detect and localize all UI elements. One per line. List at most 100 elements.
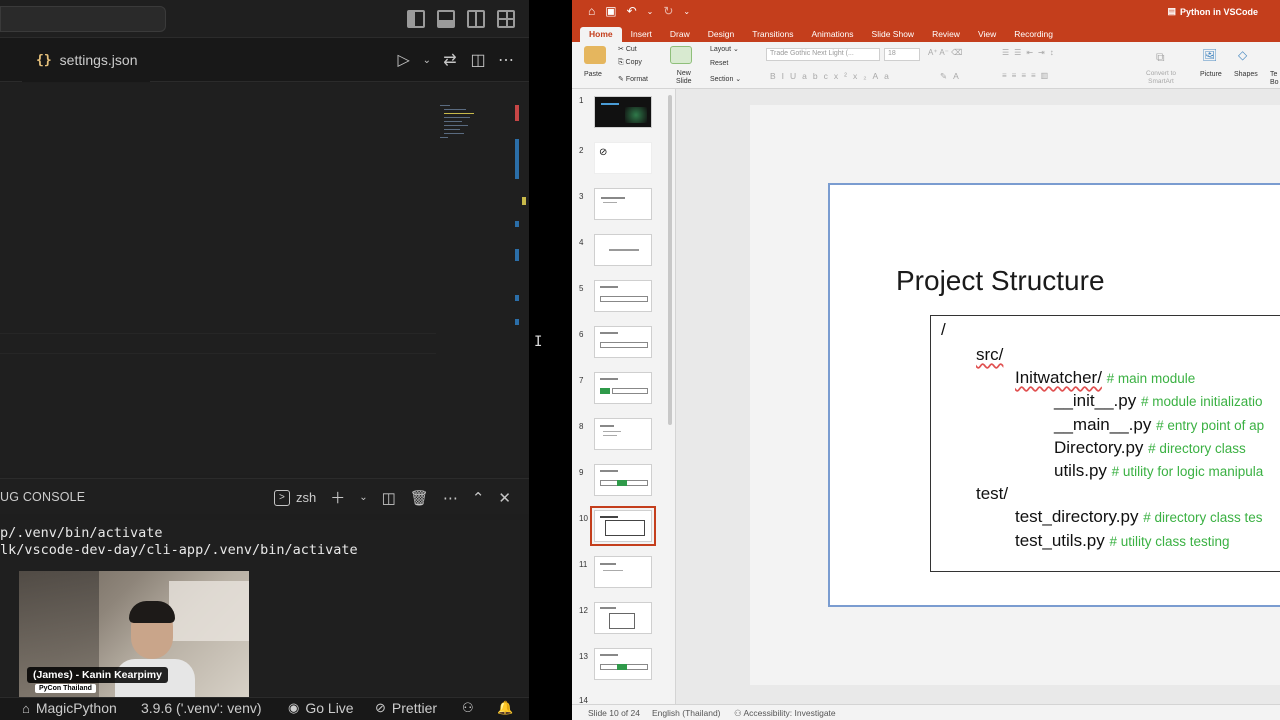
format-painter-button[interactable]: ✎ Format bbox=[618, 75, 648, 83]
align-buttons[interactable]: ≡≡≡≡▥ bbox=[1002, 71, 1053, 80]
project-tree-box[interactable]: / src/ Initwatcher/ # main module __init… bbox=[930, 315, 1280, 572]
tab-debug-console[interactable]: UG CONSOLE bbox=[0, 490, 85, 504]
scroll-marker bbox=[515, 139, 519, 179]
json-file-icon: {} bbox=[36, 52, 52, 68]
tab-draw[interactable]: Draw bbox=[661, 29, 699, 42]
status-prettier-label: Prettier bbox=[391, 700, 438, 716]
status-prettier[interactable]: ⊘ Prettier bbox=[375, 700, 437, 716]
editor-area[interactable] bbox=[0, 83, 529, 475]
more-actions-icon[interactable]: ⋯ bbox=[443, 489, 458, 507]
language-status[interactable]: English (Thailand) bbox=[652, 708, 721, 718]
slide-thumbnail[interactable] bbox=[594, 648, 652, 680]
status-go-live[interactable]: ◉ Go Live bbox=[288, 700, 354, 716]
slide-thumbnail[interactable] bbox=[594, 602, 652, 634]
tab-animations[interactable]: Animations bbox=[802, 29, 862, 42]
tab-view[interactable]: View bbox=[969, 29, 1005, 42]
slide-thumbnail[interactable] bbox=[594, 188, 652, 220]
list-buttons[interactable]: ☰☰⇤⇥↕ bbox=[1002, 48, 1059, 57]
slide-thumbnail[interactable] bbox=[594, 556, 652, 588]
no-entry-icon: ⊘ bbox=[599, 147, 608, 158]
convert-smartart-button[interactable]: Convert to SmartArt bbox=[1146, 70, 1176, 86]
shapes-button[interactable]: Shapes bbox=[1234, 71, 1258, 78]
toggle-secondary-sidebar-icon[interactable] bbox=[467, 10, 485, 28]
accessibility-status[interactable]: ⚇ Accessibility: Investigate bbox=[734, 708, 836, 719]
shapes-icon[interactable]: ◇ bbox=[1238, 48, 1247, 62]
home-icon[interactable]: ⌂ bbox=[588, 4, 595, 18]
font-name-select[interactable]: Trade Gothic Next Light (... bbox=[766, 48, 880, 61]
tree-line: / bbox=[941, 320, 946, 339]
split-editor-icon[interactable]: ◫ bbox=[469, 50, 487, 70]
font-size-controls[interactable]: A⁺ A⁻ ⌫ bbox=[928, 48, 962, 57]
status-interpreter[interactable]: 3.9.6 ('.venv': venv) bbox=[141, 700, 262, 716]
slide-thumbnail[interactable] bbox=[594, 234, 652, 266]
picture-icon[interactable]: 🖼 bbox=[1202, 48, 1217, 62]
customize-layout-icon[interactable] bbox=[497, 10, 515, 28]
thumbnails-scrollbar[interactable] bbox=[668, 95, 672, 425]
picture-button[interactable]: Picture bbox=[1200, 71, 1222, 78]
run-dropdown-icon[interactable]: ⌄ bbox=[423, 55, 431, 66]
split-terminal-icon[interactable]: ◫ bbox=[382, 489, 396, 507]
layout-button[interactable]: Layout ⌄ bbox=[710, 45, 739, 53]
section-button[interactable]: Section ⌄ bbox=[710, 75, 741, 83]
customize-qat-icon[interactable]: ⌄ bbox=[683, 7, 690, 16]
slide-canvas[interactable]: Project Structure / src/ Initwatcher/ # … bbox=[676, 89, 1280, 704]
slide-thumbnail[interactable] bbox=[594, 464, 652, 496]
toggle-panel-icon[interactable] bbox=[437, 10, 455, 28]
slide-thumbnail[interactable] bbox=[594, 326, 652, 358]
tab-home[interactable]: Home bbox=[580, 27, 622, 42]
close-icon[interactable]: ✕ bbox=[498, 489, 511, 507]
slide-thumbnail[interactable] bbox=[594, 418, 652, 450]
tab-insert[interactable]: Insert bbox=[622, 29, 661, 42]
redo-icon[interactable]: ↻ bbox=[663, 4, 673, 18]
minimap[interactable] bbox=[436, 103, 516, 163]
tab-design[interactable]: Design bbox=[699, 29, 743, 42]
more-actions-icon[interactable]: ⋯ bbox=[497, 50, 515, 70]
slide-thumbnail[interactable] bbox=[594, 280, 652, 312]
slide-thumbnail[interactable]: ⊘ bbox=[594, 142, 652, 174]
slide-number: 12 bbox=[579, 606, 588, 615]
reset-button[interactable]: Reset bbox=[710, 60, 728, 67]
slide-thumbnail-active[interactable] bbox=[590, 506, 656, 546]
terminal-selector[interactable]: > zsh bbox=[273, 489, 316, 506]
tab-slide-show[interactable]: Slide Show bbox=[863, 29, 924, 42]
tab-transitions[interactable]: Transitions bbox=[743, 29, 802, 42]
new-slide-button[interactable]: New Slide bbox=[676, 70, 692, 86]
tab-review[interactable]: Review bbox=[923, 29, 969, 42]
new-terminal-icon[interactable]: ＋ bbox=[330, 487, 345, 508]
slide-thumbnail[interactable] bbox=[594, 372, 652, 404]
cut-button[interactable]: ✂ Cut bbox=[618, 45, 637, 53]
trash-icon[interactable]: 🗑 bbox=[410, 489, 429, 507]
terminal-dropdown-icon[interactable]: ⌄ bbox=[359, 492, 367, 503]
current-slide[interactable]: Project Structure / src/ Initwatcher/ # … bbox=[828, 183, 1280, 607]
run-icon[interactable]: ▷ bbox=[395, 50, 413, 70]
toggle-sidebar-icon[interactable] bbox=[407, 10, 425, 28]
smartart-icon[interactable]: ⧉ bbox=[1156, 50, 1165, 65]
command-center-search[interactable] bbox=[0, 6, 166, 32]
slide-number: 13 bbox=[579, 652, 588, 661]
new-slide-icon[interactable] bbox=[670, 46, 692, 64]
save-icon[interactable]: ▣ bbox=[605, 4, 616, 18]
font-color-buttons[interactable]: ✎A bbox=[940, 71, 965, 82]
maximize-panel-icon[interactable]: ⌃ bbox=[472, 489, 485, 507]
quick-access-toolbar: ⌂ ▣ ↶ ⌄ ↻ ⌄ bbox=[588, 4, 690, 18]
status-extension[interactable]: ⌂ MagicPython bbox=[22, 700, 117, 716]
undo-dropdown-icon[interactable]: ⌄ bbox=[647, 7, 654, 16]
font-style-buttons[interactable]: BIUabcx²x₂Aa bbox=[770, 71, 895, 81]
compare-changes-icon[interactable]: ⇄ bbox=[441, 50, 459, 70]
tab-recording[interactable]: Recording bbox=[1005, 29, 1062, 42]
paste-icon[interactable] bbox=[584, 46, 606, 64]
tree-line: test/ bbox=[976, 484, 1009, 503]
paste-button[interactable]: Paste bbox=[584, 71, 602, 78]
tab-settings-json[interactable]: {} settings.json bbox=[22, 38, 150, 82]
text-box-button[interactable]: Te Bo bbox=[1270, 71, 1279, 87]
slide-number: 11 bbox=[579, 560, 588, 569]
bell-icon: ⌂ bbox=[22, 700, 30, 716]
notifications-icon[interactable]: 🔔 bbox=[497, 700, 513, 716]
ribbon-home: Paste ✂ Cut ⎘ Copy ✎ Format New Slide Lay… bbox=[572, 42, 1280, 89]
slide-thumbnail[interactable] bbox=[594, 96, 652, 128]
font-size-select[interactable]: 18 bbox=[884, 48, 920, 61]
copy-button[interactable]: ⎘ Copy bbox=[618, 59, 642, 67]
slide-title[interactable]: Project Structure bbox=[896, 265, 1105, 297]
accounts-icon[interactable]: ⚇ bbox=[462, 700, 474, 716]
undo-icon[interactable]: ↶ bbox=[627, 4, 637, 18]
